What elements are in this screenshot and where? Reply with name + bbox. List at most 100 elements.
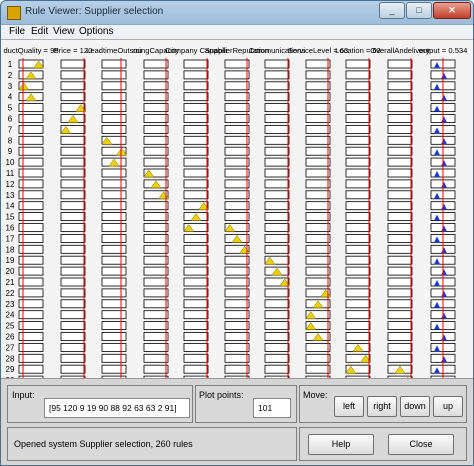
rule-cell — [345, 277, 371, 287]
close-button[interactable]: Close — [388, 434, 454, 455]
row-number: 8 — [8, 136, 13, 145]
help-button[interactable]: Help — [308, 434, 374, 455]
rule-cell — [101, 70, 127, 80]
rule-cell — [101, 353, 127, 363]
close-window-button[interactable]: ✕ — [433, 2, 471, 19]
rule-cell — [387, 114, 413, 123]
status-text: Opened system Supplier selection, 260 ru… — [14, 439, 193, 449]
rule-cell — [387, 288, 413, 298]
rule-cell — [305, 342, 331, 352]
rule-plot: ductQuality = 95Price = 120LeadtimeOutso… — [3, 46, 467, 378]
menu-bar: File Edit View Options — [1, 25, 473, 39]
menu-options[interactable]: Options — [79, 26, 113, 37]
rule-cell — [183, 310, 209, 320]
rule-cell — [143, 332, 169, 341]
row-number: 12 — [6, 180, 15, 189]
row-number: 15 — [6, 213, 15, 222]
maximize-button[interactable]: □ — [406, 2, 432, 19]
rule-cell — [387, 255, 413, 265]
status-frame: Opened system Supplier selection, 260 ru… — [7, 427, 297, 461]
rule-cell — [305, 179, 331, 189]
rule-cell — [183, 353, 209, 363]
rule-cell — [101, 255, 127, 265]
rule-cell — [305, 223, 331, 232]
rule-cell — [224, 190, 250, 200]
input-field[interactable]: [95 120 9 19 90 88 92 63 63 2 91] — [44, 398, 190, 418]
row-number: 5 — [8, 104, 13, 113]
rule-cell — [143, 146, 169, 156]
move-label: Move: — [303, 390, 328, 400]
rule-cell — [183, 179, 209, 189]
move-down-button[interactable]: down — [400, 396, 430, 417]
rule-cell — [143, 310, 169, 320]
row-number: 16 — [6, 224, 15, 233]
rule-cell — [60, 70, 86, 80]
row-number: 29 — [6, 365, 15, 374]
rule-cell — [224, 92, 250, 102]
rule-cell — [183, 277, 209, 287]
rule-cell — [60, 168, 86, 178]
menu-edit[interactable]: Edit — [31, 26, 48, 37]
rule-cell — [345, 190, 371, 200]
rule-cell — [224, 103, 250, 112]
rule-cell — [143, 342, 169, 352]
rule-cell — [101, 223, 127, 232]
rule-cell — [60, 190, 86, 200]
rule-cell — [264, 332, 290, 341]
menu-view[interactable]: View — [53, 26, 75, 37]
rule-cell — [387, 179, 413, 189]
rule-cell — [305, 266, 331, 276]
rule-cell — [387, 201, 413, 211]
rule-cell — [101, 342, 127, 352]
rule-cell — [143, 59, 169, 69]
rule-cell — [183, 255, 209, 265]
column-header: ductQuality = 95 — [3, 46, 58, 55]
menu-file[interactable]: File — [9, 26, 25, 37]
rule-cell — [387, 81, 413, 91]
rule-cell — [345, 212, 371, 222]
rule-cell — [387, 223, 413, 232]
rule-cell — [224, 212, 250, 222]
rule-cell — [345, 70, 371, 80]
rule-cell — [345, 59, 371, 69]
title-bar: Rule Viewer: Supplier selection _ □ ✕ — [1, 1, 473, 25]
row-number: 10 — [6, 158, 15, 167]
rule-cell — [264, 125, 290, 134]
rule-cell — [264, 201, 290, 211]
rule-cell — [143, 103, 169, 112]
row-number: 9 — [8, 147, 13, 156]
rule-cell — [305, 364, 331, 374]
rule-cell — [183, 146, 209, 156]
rule-cell — [60, 332, 86, 341]
rule-cell — [345, 310, 371, 320]
rule-cell — [183, 103, 209, 112]
row-number: 17 — [6, 234, 15, 243]
rule-cell — [387, 342, 413, 352]
input-label: Input: — [12, 390, 35, 400]
move-right-button[interactable]: right — [367, 396, 397, 417]
rule-cell — [101, 277, 127, 287]
rule-cell — [224, 321, 250, 331]
move-left-button[interactable]: left — [334, 396, 364, 417]
rule-cell — [60, 244, 86, 254]
minimize-button[interactable]: _ — [379, 2, 405, 19]
rule-cell — [264, 146, 290, 156]
rule-cell — [183, 332, 209, 341]
rule-cell — [183, 92, 209, 102]
rule-cell — [224, 364, 250, 374]
rule-cell — [387, 310, 413, 320]
plot-points-field[interactable]: 101 — [253, 398, 291, 418]
rule-cell — [143, 201, 169, 211]
rule-cell — [305, 168, 331, 178]
rule-cell — [101, 81, 127, 91]
rule-cell — [387, 277, 413, 287]
rule-cell — [345, 321, 371, 331]
rule-cell — [101, 103, 127, 112]
rule-cell — [101, 364, 127, 374]
rule-cell — [101, 288, 127, 298]
rule-cell — [345, 168, 371, 178]
rule-cell — [224, 288, 250, 298]
move-up-button[interactable]: up — [433, 396, 463, 417]
row-number: 2 — [8, 71, 13, 80]
rule-cell — [60, 135, 86, 145]
